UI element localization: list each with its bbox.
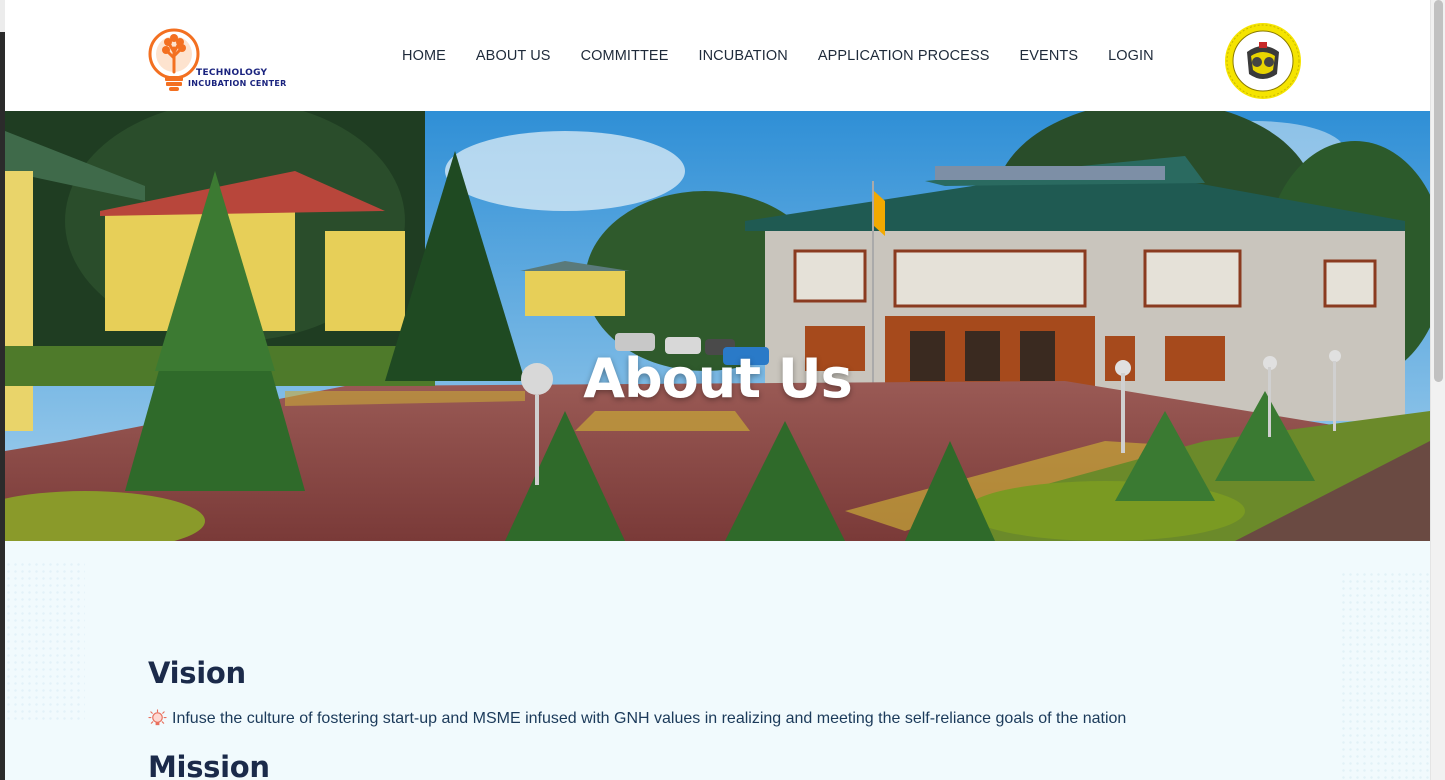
tic-logo[interactable]: TECHNOLOGY INCUBATION CENTER — [146, 28, 316, 94]
page-scrollbar[interactable] — [1430, 0, 1445, 780]
nav-incubation[interactable]: INCUBATION — [683, 44, 802, 68]
vision-statement: Infuse the culture of fostering start-up… — [148, 709, 1126, 728]
nav-login[interactable]: LOGIN — [1093, 44, 1169, 68]
vision-heading: Vision — [148, 656, 246, 690]
nav-events[interactable]: EVENTS — [1005, 44, 1094, 68]
site-header: TECHNOLOGY INCUBATION CENTER HOME ABOUT … — [5, 0, 1430, 111]
about-content: Vision Infuse the culture of fostering s… — [5, 541, 1430, 780]
college-logo[interactable] — [1223, 22, 1303, 100]
nav-application-process[interactable]: APPLICATION PROCESS — [803, 44, 1005, 68]
lightbulb-icon — [148, 709, 167, 726]
hero-title: About Us — [583, 347, 853, 410]
hero-banner: About Us — [5, 111, 1430, 541]
vision-text: Infuse the culture of fostering start-up… — [172, 709, 1127, 727]
logo-text-line2: INCUBATION CENTER — [188, 79, 287, 88]
nav-home[interactable]: HOME — [387, 44, 461, 68]
page: TECHNOLOGY INCUBATION CENTER HOME ABOUT … — [5, 0, 1430, 780]
mission-heading: Mission — [148, 750, 270, 780]
logo-text-line1: TECHNOLOGY — [196, 68, 268, 78]
college-seal-logo-icon — [1225, 23, 1301, 99]
decorative-dots-left — [5, 561, 85, 721]
decorative-dots-right — [1340, 571, 1430, 780]
nav-committee[interactable]: COMMITTEE — [566, 44, 684, 68]
scrollbar-thumb[interactable] — [1434, 0, 1443, 382]
nav-about-us[interactable]: ABOUT US — [461, 44, 566, 68]
main-nav: HOME ABOUT US COMMITTEE INCUBATION APPLI… — [387, 44, 1169, 68]
campus-photo — [5, 111, 1430, 541]
